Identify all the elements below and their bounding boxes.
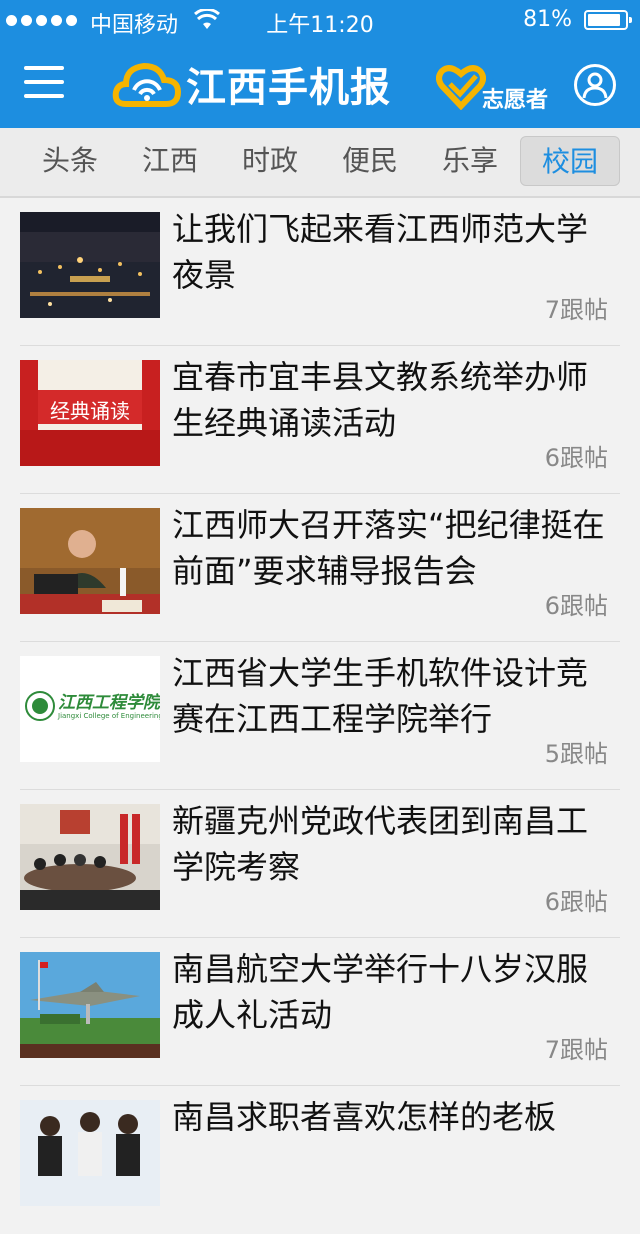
tab-leisure[interactable]: 乐享 bbox=[420, 136, 520, 186]
college-emblem-icon bbox=[25, 691, 55, 721]
article-item[interactable]: 新疆克州党政代表团到南昌工学院考察 6跟帖 bbox=[0, 790, 640, 938]
article-title: 南昌航空大学举行十八岁汉服成人礼活动 bbox=[172, 950, 589, 1034]
reply-count: 6跟帖 bbox=[544, 444, 608, 472]
article-thumbnail bbox=[20, 804, 160, 910]
tab-headlines[interactable]: 头条 bbox=[20, 136, 120, 186]
article-title: 让我们飞起来看江西师范大学夜景 bbox=[172, 210, 589, 294]
reply-count: 7跟帖 bbox=[544, 296, 608, 324]
logo-cloud-wifi-icon bbox=[112, 62, 182, 107]
article-thumbnail bbox=[20, 212, 160, 318]
article-item[interactable]: 江西师大召开落实“把纪律挺在前面”要求辅导报告会 6跟帖 bbox=[0, 494, 640, 642]
app-logo: 江西手机报 bbox=[112, 54, 391, 114]
reply-count: 6跟帖 bbox=[544, 592, 608, 620]
tab-campus[interactable]: 校园 bbox=[520, 136, 620, 186]
status-bar: 中国移动 上午11:20 81% bbox=[0, 0, 640, 40]
article-item[interactable]: 江西工程学院 Jiangxi College of Engineering 江西… bbox=[0, 642, 640, 790]
article-thumbnail bbox=[20, 952, 160, 1058]
article-item[interactable]: 南昌求职者喜欢怎样的老板 bbox=[0, 1086, 640, 1234]
thumbnail-text: 经典诵读 bbox=[50, 399, 130, 423]
article-thumbnail: 江西工程学院 Jiangxi College of Engineering bbox=[20, 656, 160, 762]
navigation-bar: 江西手机报 志愿者 bbox=[0, 40, 640, 128]
tab-convenience[interactable]: 便民 bbox=[320, 136, 420, 186]
category-tabs: 头条 江西 时政 便民 乐享 校园 bbox=[0, 128, 640, 198]
heart-icon bbox=[436, 65, 486, 110]
article-title: 宜春市宜丰县文教系统举办师生经典诵读活动 bbox=[172, 358, 589, 442]
thumbnail-subtext: Jiangxi College of Engineering bbox=[58, 712, 160, 720]
tab-jiangxi[interactable]: 江西 bbox=[120, 136, 220, 186]
article-item[interactable]: 南昌航空大学举行十八岁汉服成人礼活动 7跟帖 bbox=[0, 938, 640, 1086]
logo-text: 江西手机报 bbox=[186, 65, 391, 111]
battery-icon bbox=[584, 10, 632, 30]
app-header: 中国移动 上午11:20 81% 江西手机报 志愿者 bbox=[0, 0, 640, 128]
battery-percent: 81% bbox=[523, 7, 572, 32]
user-icon bbox=[582, 72, 608, 99]
article-thumbnail bbox=[20, 1100, 160, 1206]
tab-politics[interactable]: 时政 bbox=[220, 136, 320, 186]
volunteer-label: 志愿者 bbox=[482, 88, 549, 113]
article-title: 江西省大学生手机软件设计竞赛在江西工程学院举行 bbox=[172, 654, 589, 738]
reply-count: 7跟帖 bbox=[544, 1036, 608, 1064]
article-item[interactable]: 让我们飞起来看江西师范大学夜景 7跟帖 bbox=[0, 198, 640, 346]
article-title: 江西师大召开落实“把纪律挺在前面”要求辅导报告会 bbox=[172, 506, 605, 590]
menu-button[interactable] bbox=[24, 66, 64, 100]
article-title: 新疆克州党政代表团到南昌工学院考察 bbox=[172, 802, 589, 886]
article-thumbnail: 经典诵读 bbox=[20, 360, 160, 466]
article-item[interactable]: 经典诵读 宜春市宜丰县文教系统举办师生经典诵读活动 6跟帖 bbox=[0, 346, 640, 494]
thumbnail-text: 江西工程学院 bbox=[58, 693, 160, 713]
article-title: 南昌求职者喜欢怎样的老板 bbox=[172, 1098, 557, 1136]
reply-count: 6跟帖 bbox=[544, 888, 608, 916]
reply-count: 5跟帖 bbox=[544, 740, 608, 768]
article-thumbnail bbox=[20, 508, 160, 614]
volunteer-button[interactable]: 志愿者 bbox=[436, 58, 548, 114]
profile-button[interactable] bbox=[574, 64, 616, 106]
